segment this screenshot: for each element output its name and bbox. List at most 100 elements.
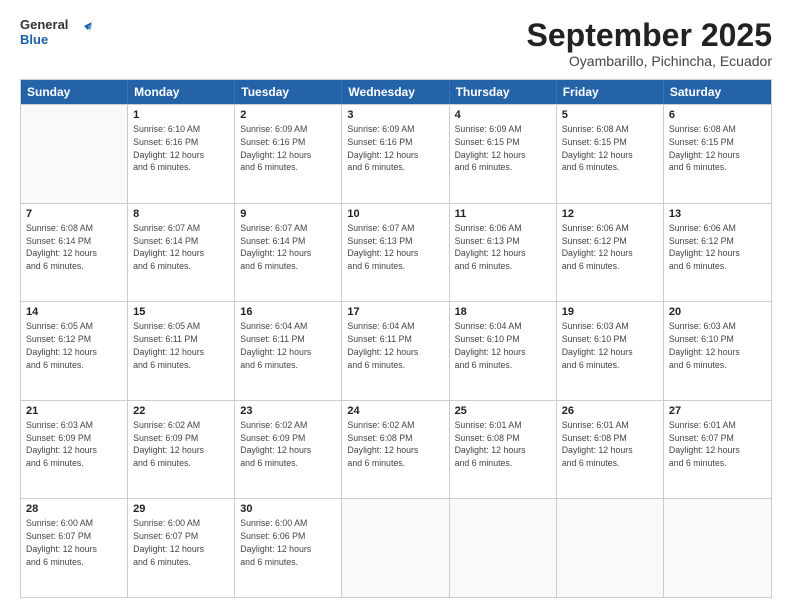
calendar-empty-4-5: [557, 499, 664, 597]
calendar-day-20: 20 Sunrise: 6:03 AMSunset: 6:10 PMDayligh…: [664, 302, 771, 400]
day-info: Sunrise: 6:03 AMSunset: 6:10 PMDaylight:…: [669, 320, 766, 371]
day-number: 21: [26, 405, 122, 417]
day-number: 24: [347, 405, 443, 417]
day-info: Sunrise: 6:00 AMSunset: 6:06 PMDaylight:…: [240, 517, 336, 568]
header-day-sunday: Sunday: [21, 80, 128, 104]
day-info: Sunrise: 6:03 AMSunset: 6:10 PMDaylight:…: [562, 320, 658, 371]
header-day-tuesday: Tuesday: [235, 80, 342, 104]
day-info: Sunrise: 6:09 AMSunset: 6:15 PMDaylight:…: [455, 123, 551, 174]
calendar-empty-0-0: [21, 105, 128, 203]
calendar-day-30: 30Sunrise: 6:00 AMSunset: 6:06 PMDayligh…: [235, 499, 342, 597]
day-info: Sunrise: 6:07 AMSunset: 6:14 PMDaylight:…: [133, 222, 229, 273]
calendar-week-3: 14 Sunrise: 6:05 AMSunset: 6:12 PMDayligh…: [21, 301, 771, 400]
day-number: 1: [133, 109, 229, 121]
calendar-day-5: 5 Sunrise: 6:08 AMSunset: 6:15 PMDaylight…: [557, 105, 664, 203]
day-number: 23: [240, 405, 336, 417]
day-number: 4: [455, 109, 551, 121]
day-number: 26: [562, 405, 658, 417]
logo: General Blue: [20, 18, 92, 48]
day-number: 18: [455, 306, 551, 318]
calendar-day-13: 13 Sunrise: 6:06 AMSunset: 6:12 PMDayligh…: [664, 204, 771, 302]
calendar-day-6: 6Sunrise: 6:08 AMSunset: 6:15 PMDaylight…: [664, 105, 771, 203]
day-number: 27: [669, 405, 766, 417]
header-day-saturday: Saturday: [664, 80, 771, 104]
calendar-empty-4-4: [450, 499, 557, 597]
day-number: 16: [240, 306, 336, 318]
calendar-day-1: 1Sunrise: 6:10 AMSunset: 6:16 PMDaylight…: [128, 105, 235, 203]
calendar-day-22: 22Sunrise: 6:02 AMSunset: 6:09 PMDayligh…: [128, 401, 235, 499]
day-number: 17: [347, 306, 443, 318]
calendar-day-17: 17 Sunrise: 6:04 AMSunset: 6:11 PMDayligh…: [342, 302, 449, 400]
calendar-day-8: 8 Sunrise: 6:07 AMSunset: 6:14 PMDaylight…: [128, 204, 235, 302]
day-number: 29: [133, 503, 229, 515]
day-info: Sunrise: 6:09 AMSunset: 6:16 PMDaylight:…: [347, 123, 443, 174]
calendar-week-2: 7Sunrise: 6:08 AMSunset: 6:14 PMDaylight…: [21, 203, 771, 302]
day-number: 11: [455, 208, 551, 220]
day-number: 10: [347, 208, 443, 220]
location-subtitle: Oyambarillo, Pichincha, Ecuador: [527, 53, 772, 69]
calendar-day-24: 24Sunrise: 6:02 AMSunset: 6:08 PMDayligh…: [342, 401, 449, 499]
day-info: Sunrise: 6:00 AMSunset: 6:07 PMDaylight:…: [26, 517, 122, 568]
day-info: Sunrise: 6:04 AMSunset: 6:11 PMDaylight:…: [347, 320, 443, 371]
header-day-wednesday: Wednesday: [342, 80, 449, 104]
day-number: 9: [240, 208, 336, 220]
calendar-day-25: 25Sunrise: 6:01 AMSunset: 6:08 PMDayligh…: [450, 401, 557, 499]
day-info: Sunrise: 6:08 AMSunset: 6:15 PMDaylight:…: [562, 123, 658, 174]
calendar-body: 1Sunrise: 6:10 AMSunset: 6:16 PMDaylight…: [21, 104, 771, 597]
calendar-week-4: 21 Sunrise: 6:03 AMSunset: 6:09 PMDayligh…: [21, 400, 771, 499]
day-info: Sunrise: 6:06 AMSunset: 6:12 PMDaylight:…: [562, 222, 658, 273]
day-number: 3: [347, 109, 443, 121]
day-number: 19: [562, 306, 658, 318]
calendar-day-9: 9 Sunrise: 6:07 AMSunset: 6:14 PMDaylight…: [235, 204, 342, 302]
calendar-week-5: 28Sunrise: 6:00 AMSunset: 6:07 PMDayligh…: [21, 498, 771, 597]
day-info: Sunrise: 6:02 AMSunset: 6:09 PMDaylight:…: [133, 419, 229, 470]
calendar-day-29: 29 Sunrise: 6:00 AMSunset: 6:07 PMDayligh…: [128, 499, 235, 597]
day-info: Sunrise: 6:04 AMSunset: 6:11 PMDaylight:…: [240, 320, 336, 371]
day-number: 20: [669, 306, 766, 318]
day-info: Sunrise: 6:05 AMSunset: 6:12 PMDaylight:…: [26, 320, 122, 371]
day-info: Sunrise: 6:05 AMSunset: 6:11 PMDaylight:…: [133, 320, 229, 371]
calendar-week-1: 1Sunrise: 6:10 AMSunset: 6:16 PMDaylight…: [21, 104, 771, 203]
day-number: 13: [669, 208, 766, 220]
calendar-day-2: 2Sunrise: 6:09 AMSunset: 6:16 PMDaylight…: [235, 105, 342, 203]
day-info: Sunrise: 6:00 AMSunset: 6:07 PMDaylight:…: [133, 517, 229, 568]
logo-bird-icon: [70, 22, 92, 44]
calendar-day-19: 19 Sunrise: 6:03 AMSunset: 6:10 PMDayligh…: [557, 302, 664, 400]
day-info: Sunrise: 6:07 AMSunset: 6:13 PMDaylight:…: [347, 222, 443, 273]
day-number: 8: [133, 208, 229, 220]
header-day-monday: Monday: [128, 80, 235, 104]
calendar-day-10: 10 Sunrise: 6:07 AMSunset: 6:13 PMDayligh…: [342, 204, 449, 302]
day-number: 14: [26, 306, 122, 318]
calendar-day-4: 4 Sunrise: 6:09 AMSunset: 6:15 PMDaylight…: [450, 105, 557, 203]
calendar-day-14: 14 Sunrise: 6:05 AMSunset: 6:12 PMDayligh…: [21, 302, 128, 400]
calendar-empty-4-6: [664, 499, 771, 597]
header-day-thursday: Thursday: [450, 80, 557, 104]
day-number: 5: [562, 109, 658, 121]
calendar-header: SundayMondayTuesdayWednesdayThursdayFrid…: [21, 80, 771, 104]
page: General Blue September 2025 Oyambarillo,…: [0, 0, 792, 612]
day-info: Sunrise: 6:01 AMSunset: 6:07 PMDaylight:…: [669, 419, 766, 470]
day-info: Sunrise: 6:06 AMSunset: 6:12 PMDaylight:…: [669, 222, 766, 273]
day-number: 2: [240, 109, 336, 121]
calendar-day-11: 11 Sunrise: 6:06 AMSunset: 6:13 PMDayligh…: [450, 204, 557, 302]
day-number: 6: [669, 109, 766, 121]
day-number: 15: [133, 306, 229, 318]
day-number: 25: [455, 405, 551, 417]
day-info: Sunrise: 6:08 AMSunset: 6:14 PMDaylight:…: [26, 222, 122, 273]
logo-blue: Blue: [20, 33, 68, 48]
day-info: Sunrise: 6:03 AMSunset: 6:09 PMDaylight:…: [26, 419, 122, 470]
calendar-day-18: 18Sunrise: 6:04 AMSunset: 6:10 PMDayligh…: [450, 302, 557, 400]
calendar-day-7: 7Sunrise: 6:08 AMSunset: 6:14 PMDaylight…: [21, 204, 128, 302]
calendar-day-28: 28Sunrise: 6:00 AMSunset: 6:07 PMDayligh…: [21, 499, 128, 597]
month-title: September 2025: [527, 18, 772, 53]
calendar-day-27: 27 Sunrise: 6:01 AMSunset: 6:07 PMDayligh…: [664, 401, 771, 499]
day-info: Sunrise: 6:02 AMSunset: 6:09 PMDaylight:…: [240, 419, 336, 470]
logo-general: General: [20, 18, 68, 33]
day-info: Sunrise: 6:01 AMSunset: 6:08 PMDaylight:…: [562, 419, 658, 470]
calendar: SundayMondayTuesdayWednesdayThursdayFrid…: [20, 79, 772, 598]
day-info: Sunrise: 6:06 AMSunset: 6:13 PMDaylight:…: [455, 222, 551, 273]
calendar-day-21: 21 Sunrise: 6:03 AMSunset: 6:09 PMDayligh…: [21, 401, 128, 499]
calendar-day-26: 26 Sunrise: 6:01 AMSunset: 6:08 PMDayligh…: [557, 401, 664, 499]
header: General Blue September 2025 Oyambarillo,…: [20, 18, 772, 69]
day-info: Sunrise: 6:07 AMSunset: 6:14 PMDaylight:…: [240, 222, 336, 273]
